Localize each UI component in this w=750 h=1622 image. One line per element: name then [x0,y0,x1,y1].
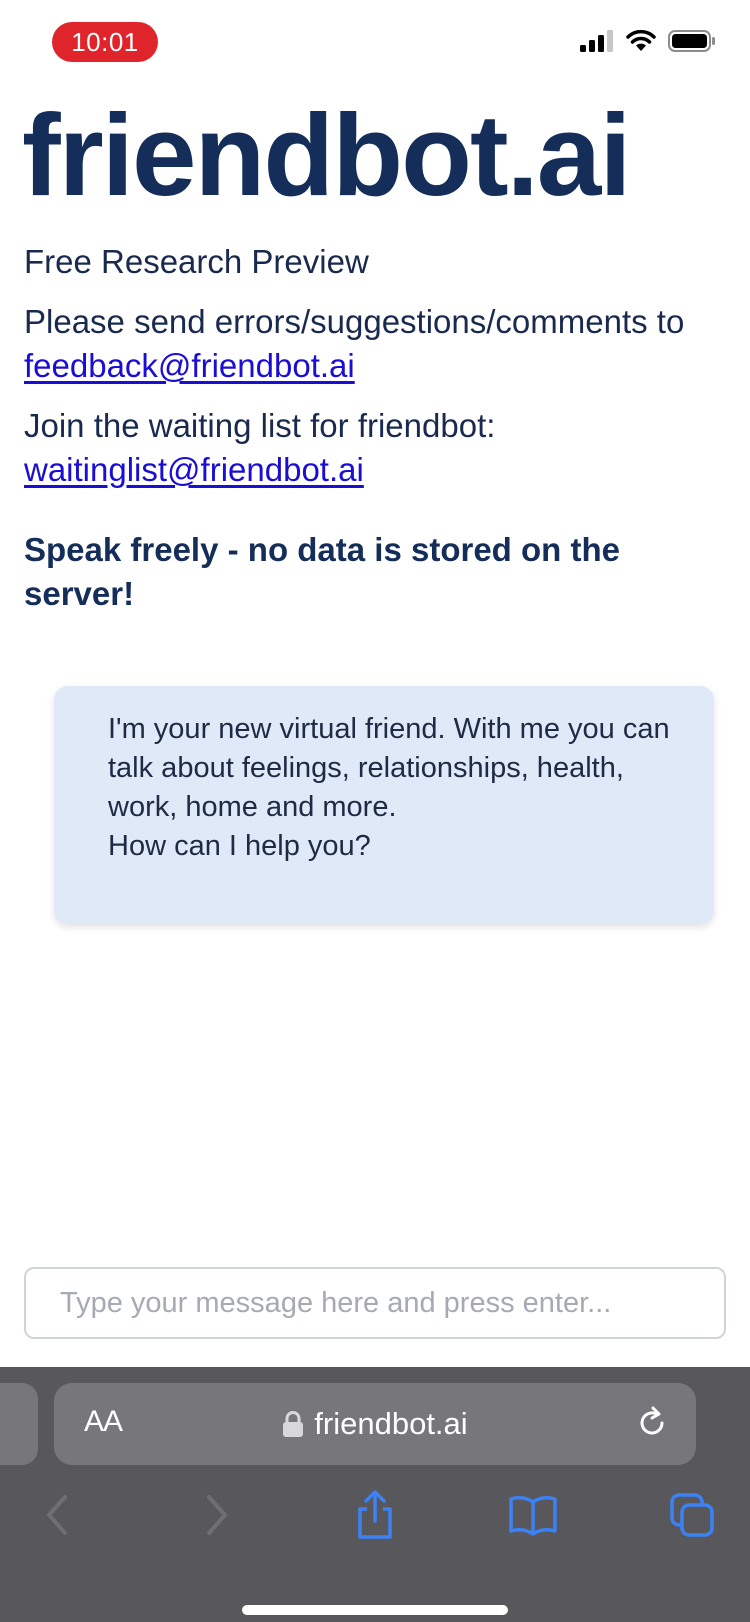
chevron-left-icon [47,1495,67,1535]
status-bar: 10:01 [0,0,750,90]
waitlist-text: Join the waiting list for friendbot: [24,407,496,444]
tabs-icon [670,1493,714,1537]
cellular-signal-icon [580,30,613,52]
waitlist-paragraph: Join the waiting list for friendbot: wai… [24,404,724,492]
home-indicator [242,1605,508,1615]
reload-icon[interactable] [632,1403,672,1443]
status-icons [580,30,716,52]
chat-input-wrapper [24,1267,726,1339]
chat-message-input[interactable] [26,1269,724,1337]
browser-toolbar: AA friendbot.ai [0,1367,750,1622]
feedback-email-link[interactable]: feedback@friendbot.ai [24,347,355,384]
wifi-icon [626,30,656,51]
privacy-notice: Speak freely - no data is stored on the … [24,531,620,612]
url-text: friendbot.ai [314,1406,468,1441]
waitlist-email-link[interactable]: waitinglist@friendbot.ai [24,451,364,488]
page-content: friendbot.ai Free Research Preview Pleas… [22,90,724,616]
feedback-text: Please send errors/suggestions/comments … [24,303,685,340]
status-time: 10:01 [52,22,158,62]
previous-tab-preview[interactable] [0,1383,38,1465]
battery-icon [668,30,715,52]
share-button[interactable] [345,1485,405,1545]
forward-button[interactable] [186,1485,246,1545]
bot-message-bubble: I'm your new virtual friend. With me you… [54,686,714,924]
feedback-paragraph: Please send errors/suggestions/comments … [24,300,724,388]
subtitle: Free Research Preview [24,243,369,280]
bookmarks-button[interactable] [503,1485,563,1545]
url-display[interactable]: friendbot.ai [54,1383,696,1465]
navigation-row [0,1477,750,1553]
chevron-right-icon [207,1495,227,1535]
back-button[interactable] [28,1485,88,1545]
site-title: friendbot.ai [22,90,632,220]
tabs-button[interactable] [662,1485,722,1545]
address-bar[interactable]: AA friendbot.ai [54,1383,696,1465]
share-icon [358,1490,392,1539]
lock-icon [283,1411,304,1437]
book-icon [509,1496,557,1536]
